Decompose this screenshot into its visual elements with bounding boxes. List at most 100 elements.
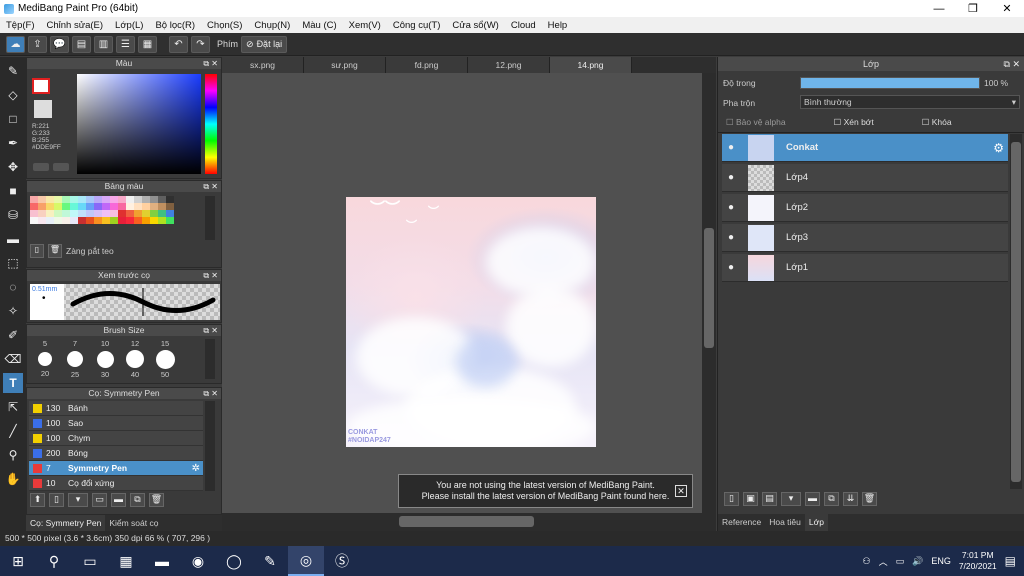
brush-size-dot[interactable] [126,350,144,368]
skype-icon[interactable]: Ⓢ [324,546,360,576]
folder-icon[interactable]: ▬ [805,492,820,506]
hue-slider[interactable] [205,74,217,174]
fill-rect-tool-icon[interactable]: ■ [3,181,23,201]
opera-icon[interactable]: ◯ [216,546,252,576]
input-language[interactable]: ENG [931,556,951,566]
brush-copy-icon[interactable]: ▭ [92,493,107,507]
layer-menu-icon[interactable]: ▾ [781,492,801,506]
magic-wand-tool-icon[interactable]: ✧ [3,301,23,321]
document-icon[interactable]: ▥ [94,35,113,53]
brush-size-presets[interactable]: 5 20 7 25 10 30 12 40 15 50 [30,339,202,379]
artwork-canvas[interactable]: ︶︶ ︶ ︶ CONKAT #NOIDAP247 [346,197,596,447]
rect-select-tool-icon[interactable]: □ [3,109,23,129]
canvas-horizontal-scrollbar[interactable] [222,513,716,531]
menu-snap[interactable]: Chụp(N) [248,20,296,31]
opacity-slider[interactable] [800,77,980,89]
tab-layers[interactable]: Lớp [804,514,828,531]
lasso-tool-icon[interactable]: ◌ [3,277,23,297]
delete-brush-icon[interactable]: 🗑 [149,493,164,507]
panel-controls-icon[interactable]: ⧉ ✕ [203,388,218,399]
delete-palette-icon[interactable]: 🗑 [48,244,62,258]
menu-help[interactable]: Help [542,20,574,31]
panel-controls-icon[interactable]: ⧉ ✕ [203,58,218,69]
color-mode-button[interactable] [33,163,49,171]
tray-chevron-icon[interactable]: ︿ [879,555,888,568]
brush-size-dot[interactable] [67,351,83,367]
chrome-icon[interactable]: ◎ [288,546,324,576]
tab-reference[interactable]: Reference [718,514,765,531]
gradient-tool-icon[interactable]: ▬ [3,229,23,249]
new-8bit-layer-icon[interactable]: ▤ [762,492,777,506]
layer-row[interactable]: ● Lớp4 [722,164,1008,192]
layer-row[interactable]: ● Lớp2 [722,194,1008,222]
visibility-eye-icon[interactable]: ● [722,232,740,243]
grid-icon[interactable]: ▦ [138,35,157,53]
people-icon[interactable]: ⚇ [862,556,870,567]
menu-view[interactable]: Xem(V) [343,20,387,31]
undo-icon[interactable]: ↶ [169,35,188,53]
task-view-icon[interactable]: ▭ [72,546,108,576]
eyedropper-tool-icon[interactable]: ⚲ [3,445,23,465]
file-explorer-icon[interactable]: ▬ [144,546,180,576]
panel-controls-icon[interactable]: ⧉ ✕ [1004,57,1020,71]
list-icon[interactable]: ☰ [116,35,135,53]
merge-layer-icon[interactable]: ⇊ [843,492,858,506]
upload-icon[interactable]: ⇪ [28,35,47,53]
new-layer-icon[interactable]: ▯ [724,492,739,506]
add-brush-icon[interactable]: ⬆ [30,493,45,507]
new-palette-icon[interactable]: ▯ [30,244,44,258]
folder-icon[interactable]: ▬ [111,493,126,507]
paint-icon[interactable]: ✎ [252,546,288,576]
new-halftone-layer-icon[interactable]: ▣ [743,492,758,506]
layer-row-selected[interactable]: ● Conkat ⚙ [722,134,1008,162]
menu-layer[interactable]: Lớp(L) [109,20,149,31]
palette-swatches[interactable] [30,196,200,224]
brush-list-item-selected[interactable]: 7 Symmetry Pen ✲ [29,461,203,476]
menu-edit[interactable]: Chỉnh sửa(E) [41,20,110,31]
brush-size-dot[interactable] [155,350,175,369]
menu-window[interactable]: Cửa sổ(W) [446,20,504,31]
doc-tab[interactable]: fd.png [386,57,468,73]
clock[interactable]: 7:01 PM 7/20/2021 [959,550,997,572]
minimize-button[interactable]: — [922,0,956,17]
panel-controls-icon[interactable]: ⧉ ✕ [203,270,218,281]
clip-checkbox[interactable]: ☐ Xén bớt [834,117,874,128]
visibility-eye-icon[interactable]: ● [722,142,740,153]
brush-size-dot[interactable] [38,352,52,366]
select-eraser-tool-icon[interactable]: ⌫ [3,349,23,369]
color-picker-button[interactable] [53,163,69,171]
menu-cloud[interactable]: Cloud [505,20,542,31]
doc-tab[interactable]: sư.png [304,57,386,73]
brush-list-scrollbar[interactable] [205,401,215,491]
visibility-eye-icon[interactable]: ● [722,202,740,213]
visibility-eye-icon[interactable]: ● [722,262,740,273]
lock-checkbox[interactable]: ☐ Khóa [922,117,952,128]
color-saturation-picker[interactable] [77,74,201,174]
chat-icon[interactable]: 💬 [50,35,69,53]
hand-tool-icon[interactable]: ✋ [3,469,23,489]
new-brush-icon[interactable]: ▯ [49,493,64,507]
bucket-tool-icon[interactable]: ⛁ [3,205,23,225]
brush-list-item[interactable]: 100 Chym [29,431,203,446]
restore-button[interactable]: ❐ [956,0,990,17]
brush-list-item[interactable]: 130 Bánh [29,401,203,416]
canvas-vertical-scrollbar[interactable] [702,73,716,513]
menu-color[interactable]: Màu (C) [296,20,342,31]
notifications-icon[interactable]: ▤ [1005,554,1016,568]
duplicate-layer-icon[interactable]: ⧉ [824,492,839,506]
redo-icon[interactable]: ↷ [191,35,210,53]
menu-tools[interactable]: Công cụ(T) [387,20,447,31]
reset-button[interactable]: ⊘ Đặt lại [241,35,288,53]
windows-start-icon[interactable]: ⊞ [0,546,36,576]
brush-size-scrollbar[interactable] [205,339,215,379]
select-pen-tool-icon[interactable]: ✐ [3,325,23,345]
select-tool-icon[interactable]: ⬚ [3,253,23,273]
palette-scrollbar[interactable] [205,196,215,240]
delete-layer-icon[interactable]: 🗑 [862,492,877,506]
tab-brush[interactable]: Cọ: Symmetry Pen [26,515,106,531]
layers-scrollbar[interactable] [1010,134,1022,489]
brush-list-item[interactable]: 10 Cọ đổi xứng [29,476,203,491]
close-button[interactable]: ✕ [990,0,1024,17]
volume-icon[interactable]: 🔊 [912,556,923,567]
update-notification[interactable]: You are not using the latest version of … [398,474,693,508]
